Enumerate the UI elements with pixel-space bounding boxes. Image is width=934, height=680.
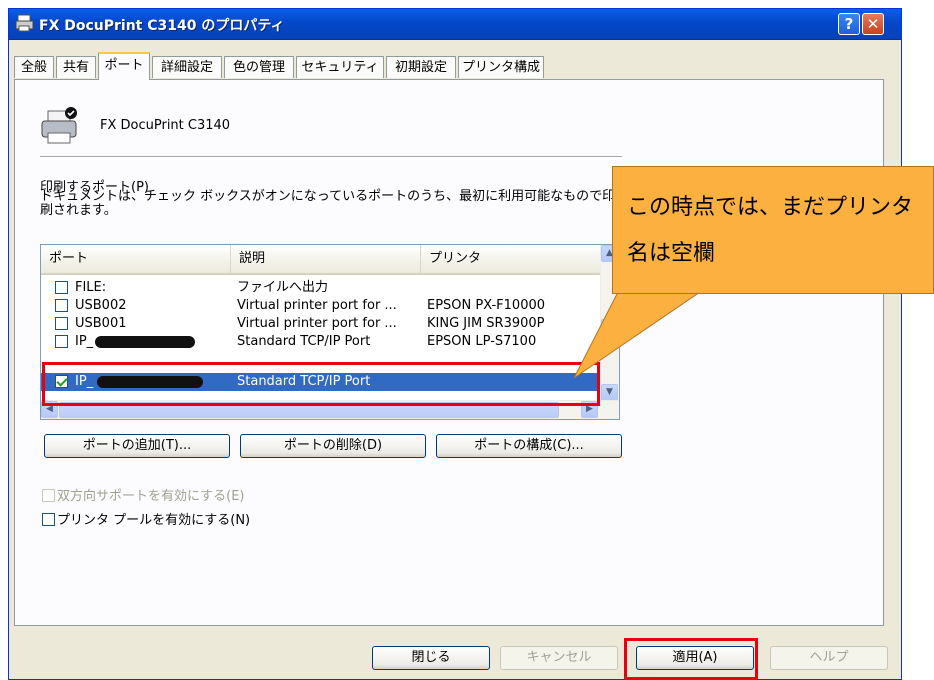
- port-checkbox[interactable]: [55, 317, 68, 330]
- tab-ports[interactable]: ポート: [98, 52, 150, 80]
- tab-general[interactable]: 全般: [14, 56, 54, 78]
- port-description: ファイルへ出力: [237, 280, 329, 295]
- port-printer: EPSON PX-F10000: [427, 298, 546, 313]
- ports-description: ドキュメントは、チェック ボックスがオンになっているポートのうち、最初に利用可能…: [40, 189, 616, 218]
- column-description[interactable]: 説明: [231, 245, 421, 273]
- configure-port-button[interactable]: ポートの構成(C)...: [436, 434, 622, 458]
- add-port-button[interactable]: ポートの追加(T)...: [44, 434, 230, 458]
- close-button[interactable]: 閉じる: [372, 646, 490, 670]
- divider: [40, 156, 622, 158]
- tab-color-management[interactable]: 色の管理: [224, 56, 294, 78]
- port-description: Virtual printer port for ...: [237, 316, 397, 331]
- port-checkbox[interactable]: [55, 281, 68, 294]
- checkbox-box[interactable]: [42, 489, 55, 502]
- annotation-callout: この時点では、まだプリンタ名は空欄: [612, 166, 934, 294]
- redaction-mark: [95, 336, 195, 348]
- printer-pool-checkbox[interactable]: プリンタ プールを有効にする(N): [42, 509, 250, 528]
- title-bar[interactable]: FX DocuPrint C3140 のプロパティ ? ✕: [9, 9, 901, 40]
- tab-defaults[interactable]: 初期設定: [386, 56, 456, 78]
- port-row-usb001[interactable]: USB001 Virtual printer port for ... KING…: [41, 315, 601, 333]
- port-row-file[interactable]: FILE: ファイルへ出力: [41, 279, 601, 297]
- delete-port-button[interactable]: ポートの削除(D): [240, 434, 426, 458]
- window-title: FX DocuPrint C3140 のプロパティ: [39, 18, 285, 34]
- help-title-button[interactable]: ?: [838, 13, 860, 35]
- port-name: USB002: [75, 298, 127, 313]
- help-button[interactable]: ヘルプ: [770, 646, 888, 670]
- port-description: Virtual printer port for ...: [237, 298, 397, 313]
- tab-security[interactable]: セキュリティ: [296, 56, 384, 78]
- tab-sharing[interactable]: 共有: [56, 56, 96, 78]
- tab-advanced[interactable]: 詳細設定: [152, 56, 222, 78]
- highlight-apply-button: [624, 638, 758, 680]
- port-name: IP_: [75, 334, 94, 349]
- printer-pool-label: プリンタ プールを有効にする(N): [57, 513, 251, 528]
- port-checkbox[interactable]: [55, 335, 68, 348]
- port-row-ip-1[interactable]: IP_ Standard TCP/IP Port EPSON LP-S7100: [41, 333, 601, 351]
- bidirectional-label: 双方向サポートを有効にする(E): [57, 489, 245, 504]
- port-name: USB001: [75, 316, 127, 331]
- checkbox-box[interactable]: [42, 513, 55, 526]
- port-checkbox[interactable]: [55, 299, 68, 312]
- tab-printer-config[interactable]: プリンタ構成: [458, 56, 544, 78]
- port-description: Standard TCP/IP Port: [237, 334, 371, 349]
- port-printer: EPSON LP-S7100: [427, 334, 537, 349]
- printer-icon: [15, 14, 34, 32]
- close-title-button[interactable]: ✕: [862, 13, 884, 35]
- callout-pointer: [573, 292, 701, 379]
- cancel-button[interactable]: キャンセル: [500, 646, 618, 670]
- port-printer: KING JIM SR3900P: [427, 316, 545, 331]
- port-row-usb002[interactable]: USB002 Virtual printer port for ... EPSO…: [41, 297, 601, 315]
- printer-name: FX DocuPrint C3140: [100, 118, 231, 133]
- port-name: FILE:: [75, 280, 107, 295]
- highlight-selected-row: [42, 362, 600, 406]
- column-port[interactable]: ポート: [41, 245, 231, 273]
- bidirectional-checkbox[interactable]: 双方向サポートを有効にする(E): [42, 485, 245, 504]
- column-printer[interactable]: プリンタ: [421, 245, 601, 273]
- printer-device-icon: [41, 107, 77, 144]
- port-list-header: ポート 説明 プリンタ: [41, 245, 601, 275]
